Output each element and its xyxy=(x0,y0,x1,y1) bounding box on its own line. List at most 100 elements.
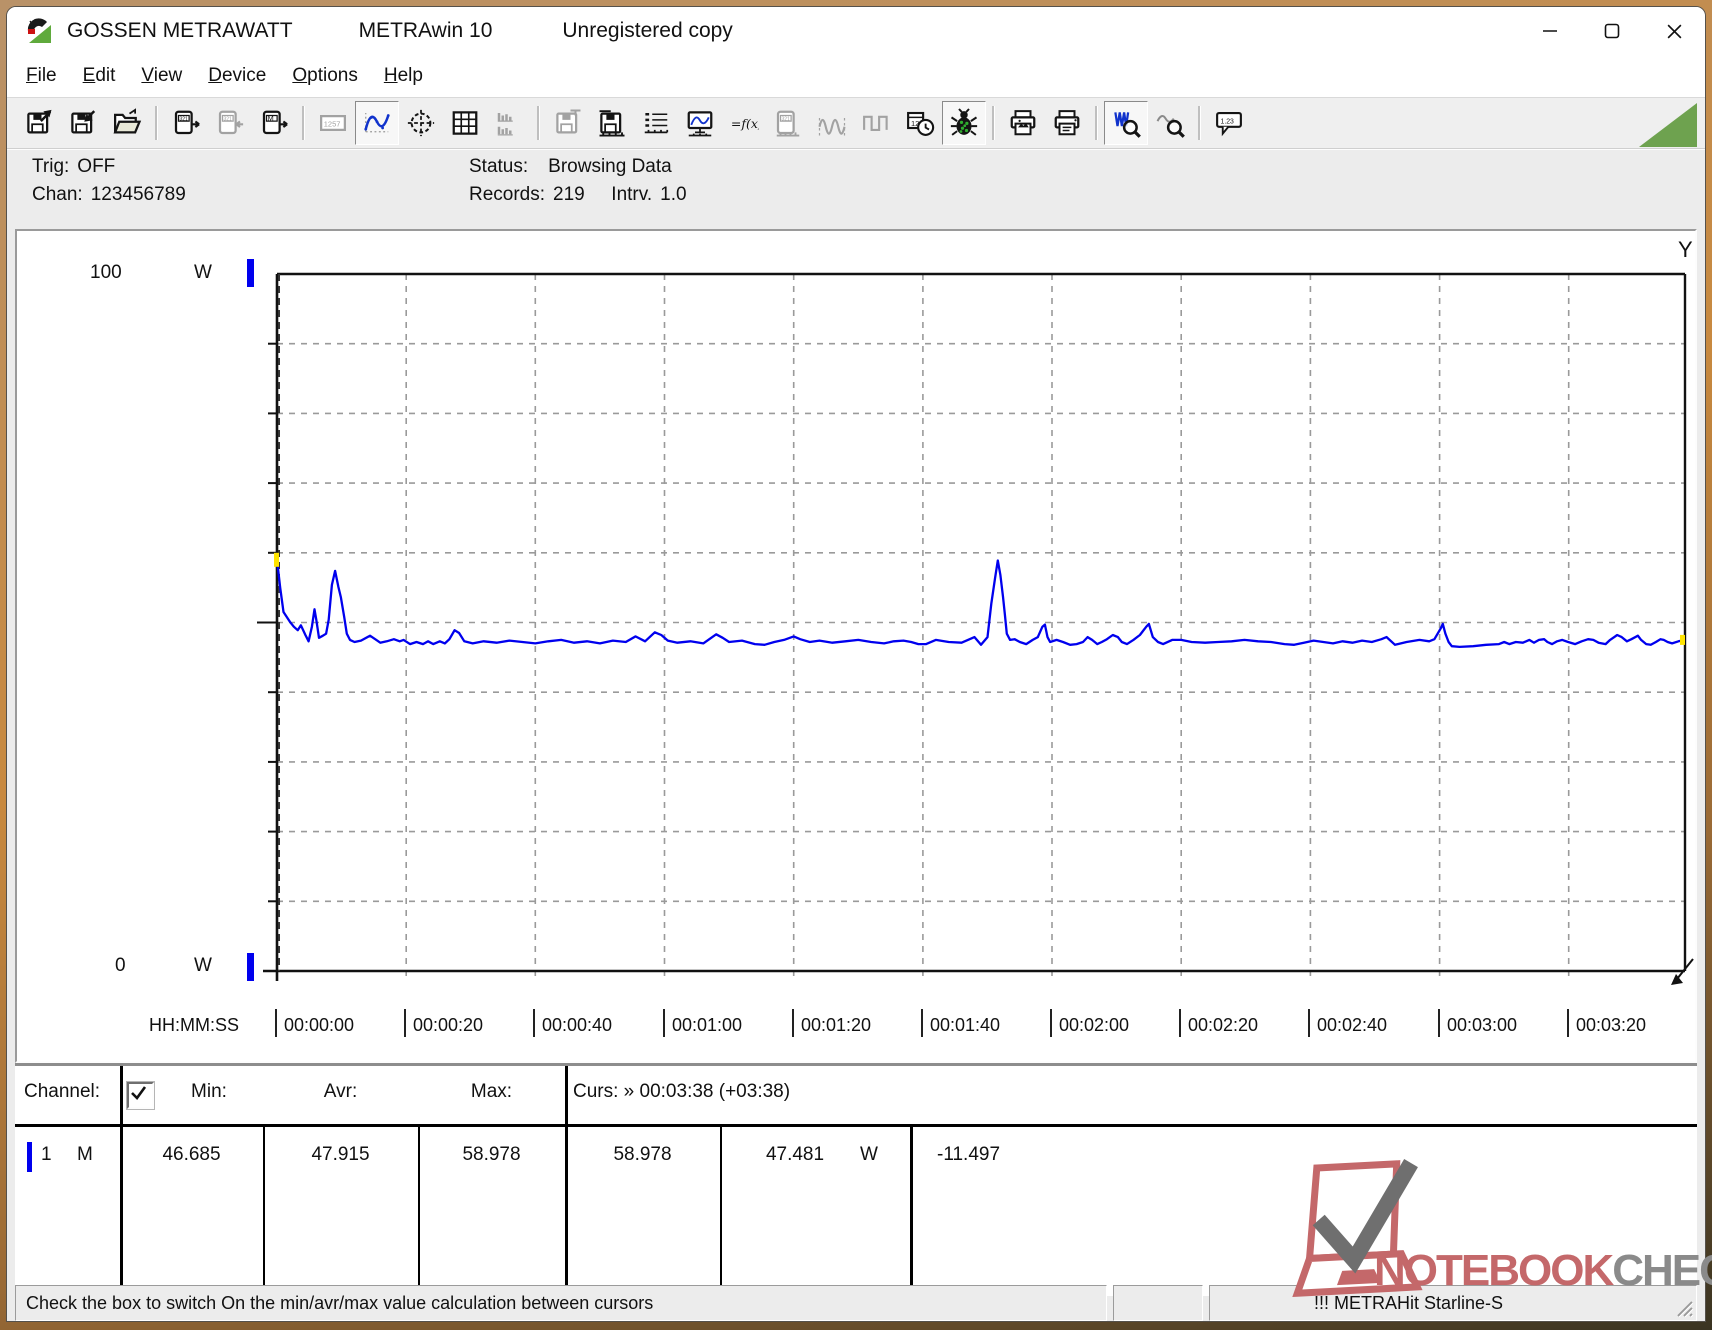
time-tick xyxy=(921,1009,923,1037)
menu-item-help[interactable]: Help xyxy=(371,59,436,93)
time-tick xyxy=(1308,1009,1310,1037)
menu-item-device[interactable]: Device xyxy=(195,59,279,93)
view-polar-button[interactable] xyxy=(399,101,443,145)
time-settings-button[interactable]: 12 xyxy=(898,101,942,145)
import-data-button[interactable] xyxy=(590,101,634,145)
file-open-button[interactable] xyxy=(105,101,149,145)
view-polar-icon xyxy=(407,109,435,137)
col-header-avr: Avr: xyxy=(323,1081,358,1102)
close-icon xyxy=(1667,24,1681,38)
print-preview-button[interactable] xyxy=(1001,101,1045,145)
chart-panel[interactable]: 100 W 0 W Y HH:MM:SS 00:00:00 00:00:20 00:… xyxy=(15,229,1697,1063)
time-tick xyxy=(1179,1009,1181,1037)
value-callout-icon: 1.23 xyxy=(1216,111,1242,137)
app-window: GOSSEN METRAWATT METRAwin 10 Unregistere… xyxy=(6,6,1706,1322)
minmax-checkbox[interactable] xyxy=(127,1082,154,1109)
marker-list-button[interactable] xyxy=(634,101,678,145)
col-header-min: Min: xyxy=(191,1081,227,1102)
svg-text:321: 321 xyxy=(782,117,791,123)
toolbar: 321 321 M 1257 =f(x) 321 12 1.23 xyxy=(7,97,1705,149)
marker-list-icon xyxy=(644,113,669,134)
cell-max-value: 58.978 xyxy=(462,1144,521,1165)
cell-cursor1-value: 58.978 xyxy=(613,1144,672,1165)
cell-min-value: 46.685 xyxy=(162,1144,221,1165)
menu-item-edit[interactable]: Edit xyxy=(70,59,129,93)
file-save-button[interactable] xyxy=(17,101,61,145)
device-read-icon: 321 xyxy=(174,110,200,135)
time-axis-format-label: HH:MM:SS xyxy=(149,1015,239,1035)
zoom-in-curve-icon xyxy=(1114,112,1141,138)
toolbar-separator xyxy=(992,106,995,140)
meter-range-button: 321 xyxy=(766,101,810,145)
statusbar-message: Check the box to switch On the min/avr/m… xyxy=(15,1285,1107,1321)
svg-text:1.23: 1.23 xyxy=(1221,118,1235,125)
view-table-button[interactable] xyxy=(443,101,487,145)
svg-text:321: 321 xyxy=(180,117,189,123)
chart-plot[interactable]: Y xyxy=(17,231,1706,1057)
close-button[interactable] xyxy=(1643,7,1705,55)
cursor2-marker-bottom-icon xyxy=(1671,974,1683,985)
time-axis-label: 00:02:40 xyxy=(1317,1015,1388,1035)
time-axis-label: 00:00:00 xyxy=(284,1015,355,1035)
time-tick xyxy=(533,1009,535,1037)
channel-row-color-bar xyxy=(27,1142,32,1172)
col-header-cursor: Curs: » 00:03:38 (+03:38) xyxy=(573,1081,791,1102)
statusbar-device-segment: !!! METRAHit Starline-S xyxy=(1209,1285,1697,1321)
table-column-divider xyxy=(565,1066,568,1296)
menu-item-options[interactable]: Options xyxy=(279,59,370,93)
status-bar: Check the box to switch On the min/avr/m… xyxy=(15,1282,1697,1321)
value-callout-button[interactable]: 1.23 xyxy=(1207,101,1251,145)
time-axis-label: 00:01:20 xyxy=(801,1015,872,1035)
time-tick xyxy=(1567,1009,1569,1037)
zoom-in-curve-button[interactable] xyxy=(1104,101,1148,145)
export-data-icon xyxy=(556,109,581,134)
meter-range-icon: 321 xyxy=(776,110,800,137)
table-column-divider xyxy=(120,1066,123,1296)
time-axis-label: 00:01:00 xyxy=(672,1015,743,1035)
device-read-button[interactable]: 321 xyxy=(164,101,208,145)
print-icon xyxy=(1054,110,1080,136)
maximize-button[interactable] xyxy=(1581,7,1643,55)
print-preview-icon xyxy=(1010,110,1036,136)
device-send-button: 321 xyxy=(208,101,252,145)
toolbar-separator xyxy=(537,106,540,140)
time-settings-icon: 12 xyxy=(907,111,935,136)
zoom-out-curve-icon xyxy=(1156,115,1185,138)
view-curve-button[interactable] xyxy=(355,101,399,145)
formula-button[interactable]: =f(x) xyxy=(722,101,766,145)
file-save-in-button[interactable] xyxy=(61,101,105,145)
measurement-table: Channel: Min: Avr: Max: Curs: » 00:03:38… xyxy=(15,1063,1697,1296)
titlebar-brand: GOSSEN METRAWATT xyxy=(67,19,293,42)
time-axis-label: 00:00:40 xyxy=(542,1015,613,1035)
toolbar-separator xyxy=(155,106,158,140)
maximize-icon xyxy=(1604,23,1620,39)
file-open-icon xyxy=(113,108,142,134)
zoom-out-curve-button[interactable] xyxy=(1148,101,1192,145)
monitor-view-icon xyxy=(687,111,713,137)
menu-item-view[interactable]: View xyxy=(128,59,195,93)
monitor-view-button[interactable] xyxy=(678,101,722,145)
debug-bug-icon xyxy=(950,108,978,136)
view-histogram-icon xyxy=(497,113,513,136)
time-tick xyxy=(1050,1009,1052,1037)
power-curve xyxy=(275,559,1686,649)
table-column-divider xyxy=(910,1124,913,1296)
view-histogram-button xyxy=(487,101,531,145)
resize-grip[interactable] xyxy=(1672,1296,1694,1318)
minimize-button[interactable] xyxy=(1519,7,1581,55)
wave-sine-icon xyxy=(818,118,846,136)
print-button[interactable] xyxy=(1045,101,1089,145)
time-tick xyxy=(792,1009,794,1037)
cursor2-marker-top-icon: Y xyxy=(1678,237,1693,262)
debug-bug-button[interactable] xyxy=(942,101,986,145)
col-header-channel: Channel: xyxy=(24,1081,101,1102)
cell-channel-number: 1 xyxy=(41,1144,52,1165)
import-data-icon xyxy=(599,110,625,137)
menu-item-file[interactable]: File xyxy=(13,59,70,93)
time-axis-label: 00:01:40 xyxy=(930,1015,1001,1035)
device-memory-button[interactable]: M xyxy=(252,101,296,145)
view-numeric-button: 1257 xyxy=(311,101,355,145)
channel-id: Chan: 123456789 xyxy=(32,184,186,205)
minimize-icon xyxy=(1543,30,1557,32)
titlebar-app-name: METRAwin 10 xyxy=(358,19,493,42)
